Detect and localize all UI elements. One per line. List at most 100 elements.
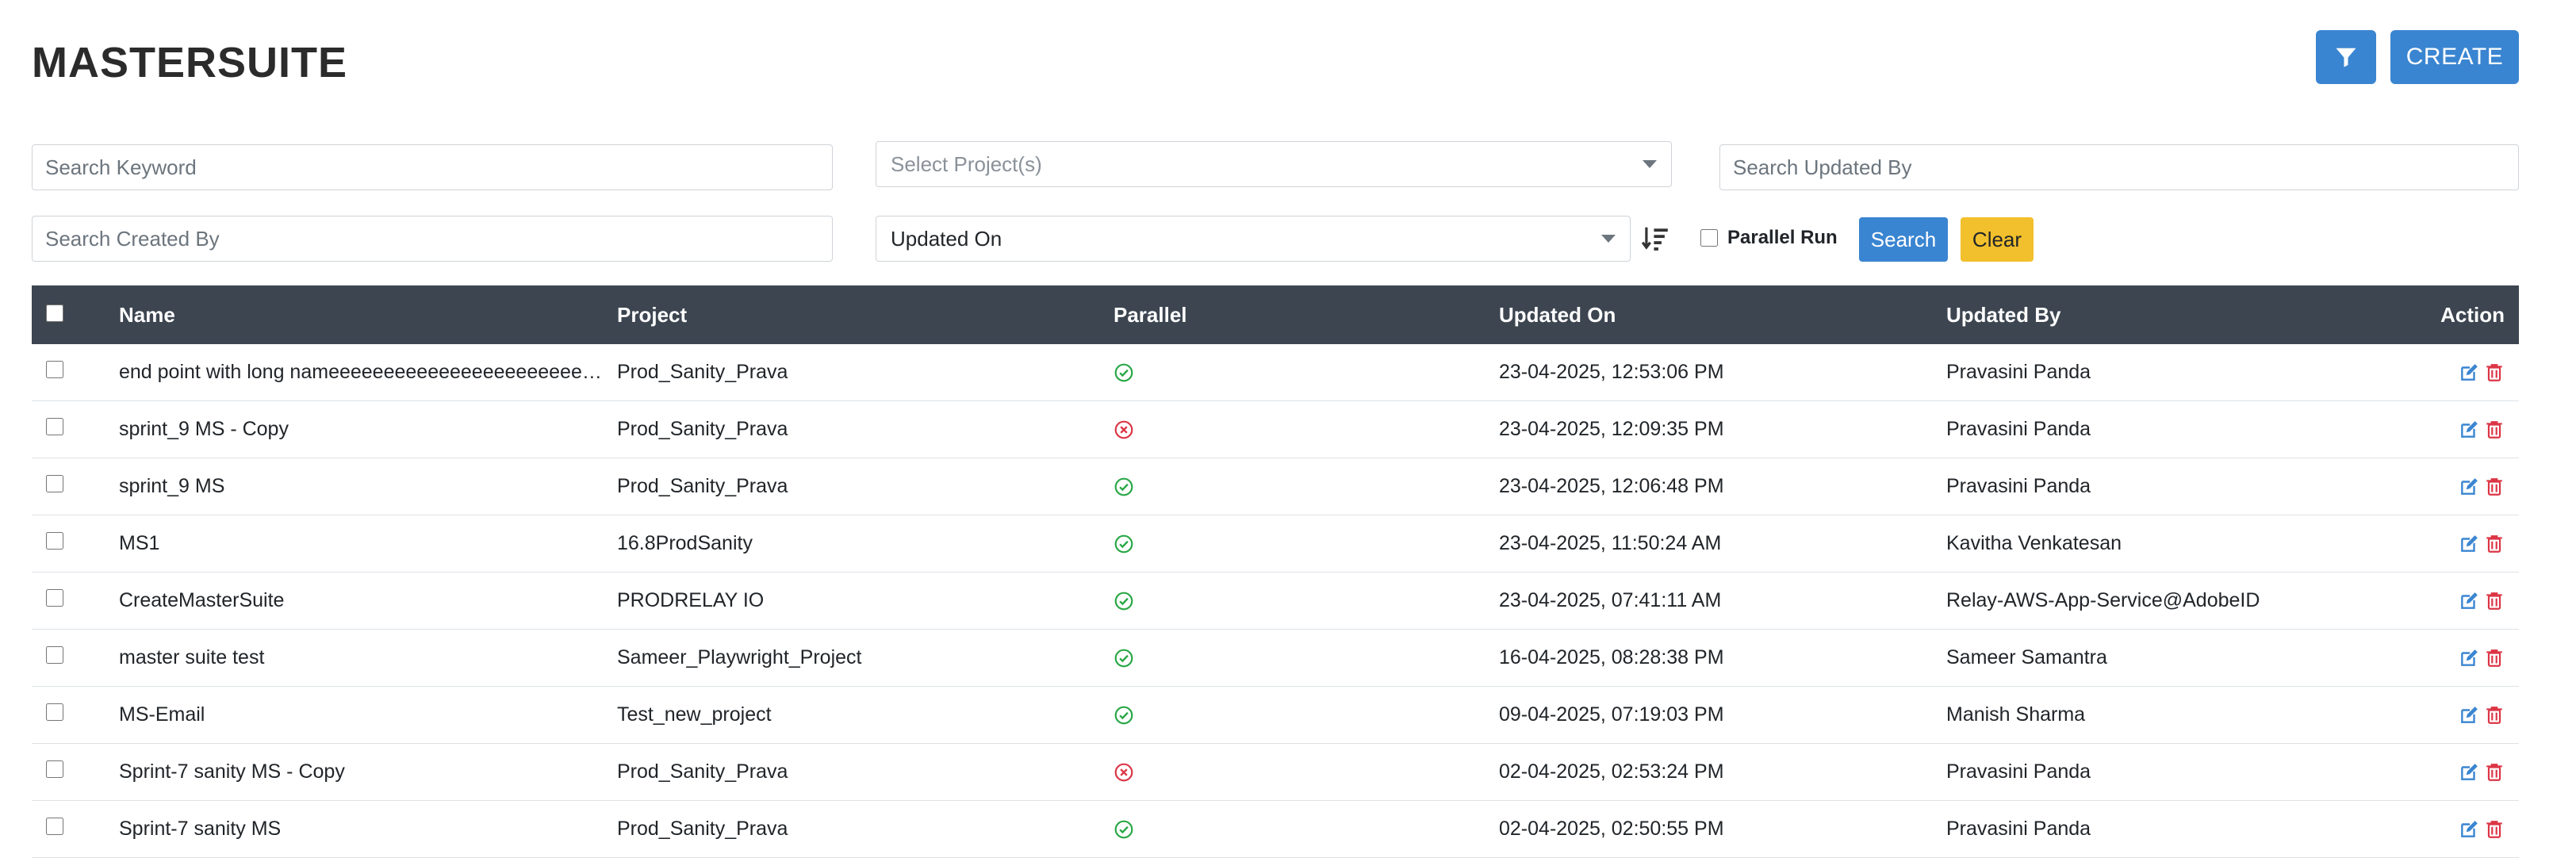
row-actions — [2459, 705, 2505, 726]
edit-icon[interactable] — [2459, 362, 2479, 383]
edit-icon[interactable] — [2459, 819, 2479, 840]
sort-descending-icon[interactable] — [1640, 224, 1670, 254]
search-keyword-input[interactable] — [32, 144, 833, 190]
row-name[interactable]: Sprint-7 sanity MS — [119, 818, 611, 841]
column-header-updated-on[interactable]: Updated On — [1499, 303, 1616, 327]
row-checkbox[interactable] — [46, 818, 63, 835]
delete-button[interactable] — [2484, 419, 2505, 440]
select-projects-placeholder: Select Project(s) — [891, 151, 1042, 176]
sort-field-dropdown[interactable]: Updated On — [876, 216, 1631, 262]
row-project: 16.8ProdSanity — [617, 532, 753, 554]
table-row[interactable]: CreateMasterSuite PRODRELAY IO 23-04-2025,… — [32, 573, 2519, 630]
delete-button[interactable] — [2484, 648, 2505, 668]
row-checkbox[interactable] — [46, 532, 63, 550]
edit-icon[interactable] — [2459, 648, 2479, 668]
edit-button[interactable] — [2459, 419, 2479, 440]
check-circle-icon — [1114, 820, 1133, 838]
trash-icon[interactable] — [2484, 648, 2505, 668]
row-project: Sameer_Playwright_Project — [617, 646, 862, 668]
row-name[interactable]: sprint_9 MS — [119, 475, 611, 498]
edit-button[interactable] — [2459, 819, 2479, 840]
parallel-run-label: Parallel Run — [1727, 227, 1838, 248]
table-row[interactable]: MS1 16.8ProdSanity 23-04-2025, 11:50:24 AM… — [32, 515, 2519, 573]
column-header-name[interactable]: Name — [119, 303, 611, 327]
delete-button[interactable] — [2484, 819, 2505, 840]
row-updated-on: 23-04-2025, 12:06:48 PM — [1499, 475, 1724, 497]
table-row[interactable]: master suite test Sameer_Playwright_Proje… — [32, 630, 2519, 687]
row-updated-by: Kavitha Venkatesan — [1946, 532, 2122, 554]
trash-icon[interactable] — [2484, 705, 2505, 726]
parallel-run-filter[interactable]: Parallel Run — [1700, 227, 1838, 249]
row-parallel-status — [1114, 819, 1134, 840]
trash-icon[interactable] — [2484, 419, 2505, 440]
column-header-parallel[interactable]: Parallel — [1114, 303, 1187, 327]
row-checkbox[interactable] — [46, 760, 63, 778]
edit-icon[interactable] — [2459, 705, 2479, 726]
row-name[interactable]: MS-Email — [119, 703, 611, 726]
row-name[interactable]: end point with long nameeeeeeeeeeeeeeeee… — [119, 361, 611, 384]
edit-icon[interactable] — [2459, 762, 2479, 783]
row-project: Prod_Sanity_Prava — [617, 818, 788, 840]
edit-icon[interactable] — [2459, 534, 2479, 554]
clear-button[interactable]: Clear — [1961, 217, 2034, 262]
row-checkbox[interactable] — [46, 703, 63, 721]
row-name[interactable]: MS1 — [119, 532, 611, 555]
trash-icon[interactable] — [2484, 762, 2505, 783]
table-row[interactable]: Sprint-7 sanity MS - Copy Prod_Sanity_Pra… — [32, 744, 2519, 801]
create-button[interactable]: CREATE — [2390, 30, 2519, 84]
select-all-checkbox[interactable] — [46, 304, 63, 322]
search-created-by-input[interactable] — [32, 216, 833, 262]
edit-button[interactable] — [2459, 705, 2479, 726]
row-project: Prod_Sanity_Prava — [617, 361, 788, 383]
trash-icon[interactable] — [2484, 362, 2505, 383]
table-row[interactable]: MS-Email Test_new_project 09-04-2025, 07:1… — [32, 687, 2519, 744]
delete-button[interactable] — [2484, 762, 2505, 783]
row-updated-on: 23-04-2025, 12:53:06 PM — [1499, 361, 1724, 383]
row-name[interactable]: CreateMasterSuite — [119, 589, 611, 612]
check-circle-icon — [1114, 477, 1133, 496]
edit-icon[interactable] — [2459, 591, 2479, 611]
select-projects-dropdown[interactable]: Select Project(s) — [876, 141, 1672, 187]
delete-button[interactable] — [2484, 362, 2505, 383]
search-button[interactable]: Search — [1859, 217, 1948, 262]
filter-button[interactable] — [2316, 30, 2376, 84]
row-checkbox[interactable] — [46, 418, 63, 435]
edit-button[interactable] — [2459, 534, 2479, 554]
row-checkbox[interactable] — [46, 646, 63, 664]
edit-icon[interactable] — [2459, 419, 2479, 440]
page-title: MASTERSUITE — [32, 39, 348, 86]
edit-button[interactable] — [2459, 762, 2479, 783]
x-circle-icon — [1114, 420, 1133, 439]
row-updated-by: Sameer Samantra — [1946, 646, 2107, 668]
delete-button[interactable] — [2484, 534, 2505, 554]
row-name[interactable]: Sprint-7 sanity MS - Copy — [119, 760, 611, 783]
delete-button[interactable] — [2484, 591, 2505, 611]
row-name[interactable]: master suite test — [119, 646, 611, 669]
chevron-down-icon — [1601, 235, 1616, 243]
row-name[interactable]: sprint_9 MS - Copy — [119, 418, 611, 441]
search-updated-by-input[interactable] — [1719, 144, 2519, 190]
column-header-updated-by[interactable]: Updated By — [1946, 303, 2060, 327]
trash-icon[interactable] — [2484, 477, 2505, 497]
trash-icon[interactable] — [2484, 534, 2505, 554]
trash-icon[interactable] — [2484, 591, 2505, 611]
edit-button[interactable] — [2459, 477, 2479, 497]
table-row[interactable]: sprint_9 MS Prod_Sanity_Prava 23-04-2025, … — [32, 458, 2519, 515]
table-row[interactable]: Sprint-7 sanity MS Prod_Sanity_Prava 02-04… — [32, 801, 2519, 858]
row-updated-by: Pravasini Panda — [1946, 818, 2091, 840]
column-header-project[interactable]: Project — [617, 303, 687, 327]
trash-icon[interactable] — [2484, 819, 2505, 840]
row-parallel-status — [1114, 762, 1134, 783]
table-row[interactable]: end point with long nameeeeeeeeeeeeeeeee… — [32, 344, 2519, 401]
edit-button[interactable] — [2459, 591, 2479, 611]
row-checkbox[interactable] — [46, 361, 63, 378]
delete-button[interactable] — [2484, 705, 2505, 726]
edit-button[interactable] — [2459, 648, 2479, 668]
row-checkbox[interactable] — [46, 475, 63, 492]
row-checkbox[interactable] — [46, 589, 63, 607]
delete-button[interactable] — [2484, 477, 2505, 497]
edit-button[interactable] — [2459, 362, 2479, 383]
table-row[interactable]: sprint_9 MS - Copy Prod_Sanity_Prava 23-04… — [32, 401, 2519, 458]
edit-icon[interactable] — [2459, 477, 2479, 497]
parallel-run-checkbox[interactable] — [1700, 229, 1718, 247]
